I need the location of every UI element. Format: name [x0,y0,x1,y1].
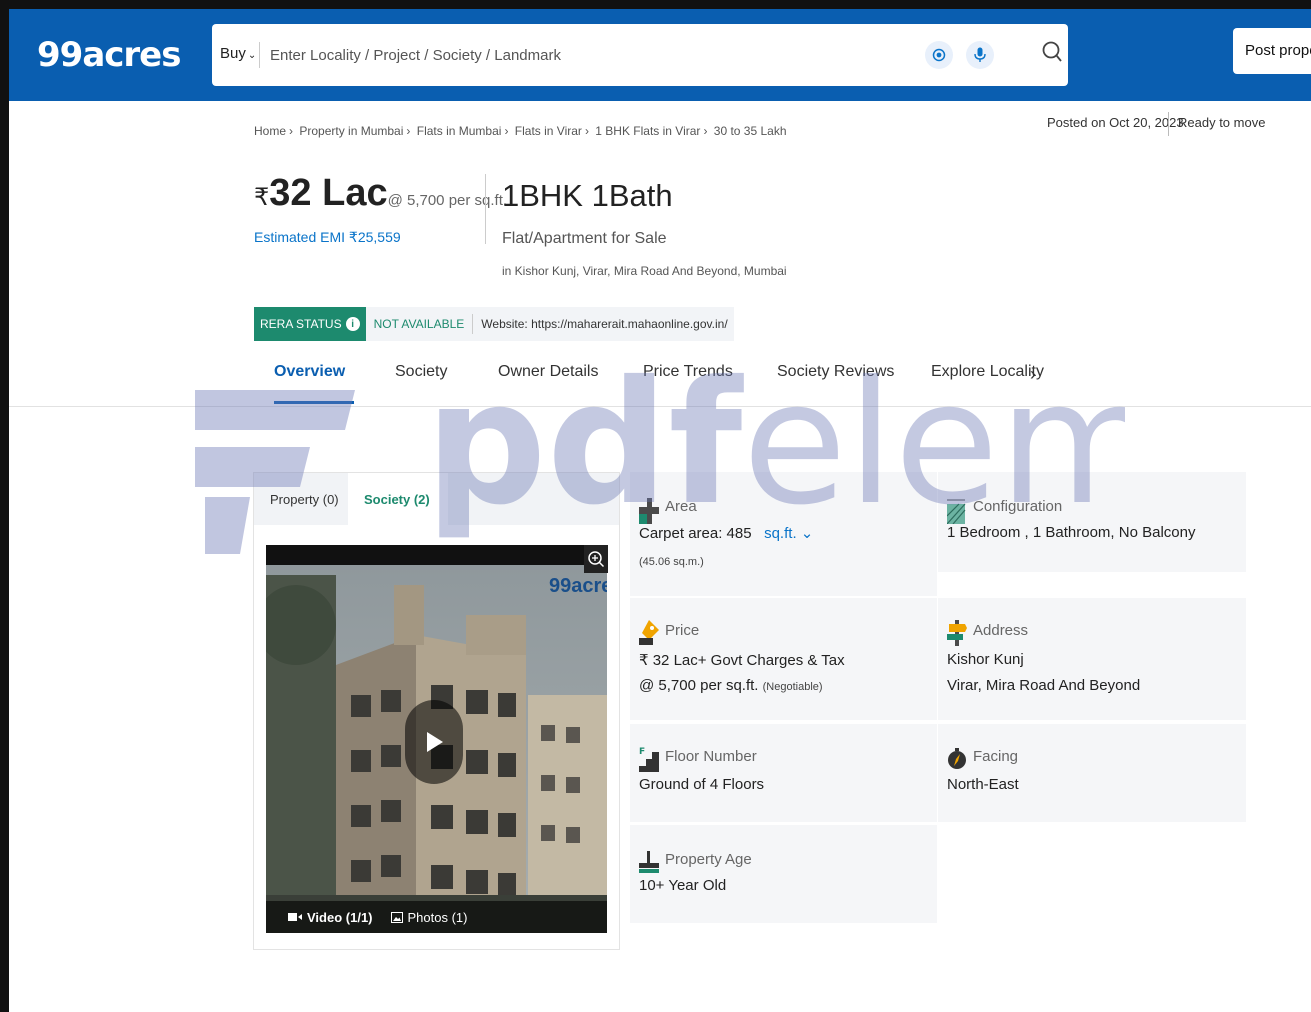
configuration-icon [947,499,966,524]
property-age-cell: Property Age 10+ Year Old [630,825,937,923]
address-line1: Kishor Kunj [947,651,1024,668]
floor-value: Ground of 4 Floors [639,776,765,793]
possession-status: Ready to move [1178,115,1266,130]
chevron-down-icon[interactable]: ⌄ [797,525,814,542]
rera-status-badge: RERA STATUS i [254,307,366,341]
area-label: Area [665,498,697,515]
posted-date: Posted on Oct 20, 2023 [1047,115,1184,130]
tab-overview[interactable]: Overview [274,358,354,404]
svg-text:F: F [639,747,645,757]
price-amount: 32 Lac [269,172,388,214]
location-icon[interactable] [925,41,953,69]
floor-icon: F [639,747,659,772]
buy-dropdown[interactable]: Buy ⌄ [220,45,256,62]
price-cell: Price ₹ 32 Lac+ Govt Charges & Tax @ 5,7… [630,598,937,720]
video-count[interactable]: Video (1/1) [288,910,373,925]
tab-owner-details[interactable]: Owner Details [498,358,598,404]
price-rate-value: @ 5,700 per sq.ft. [639,677,759,694]
emi-link[interactable]: Estimated EMI ₹25,559 [254,229,401,246]
site-logo[interactable]: 99acres [37,35,181,75]
media-card: Property (0) Society (2) 99acre Video (1… [253,472,620,950]
price-rate: @ 5,700 per sq.ft. [387,192,508,209]
listing-title: 1BHK 1Bath [502,178,673,213]
negotiable-note: (Negotiable) [762,681,823,693]
facing-cell: Facing North-East [938,724,1246,822]
breadcrumb-item[interactable]: Flats in Virar [515,124,582,138]
compass-icon [948,748,966,769]
tab-society-media[interactable]: Society (2) [348,473,448,525]
unit-dropdown[interactable]: sq.ft. [764,525,797,542]
breadcrumb-item[interactable]: 30 to 35 Lakh [714,124,787,138]
configuration-value: 1 Bedroom , 1 Bathroom, No Balcony [947,524,1196,541]
tab-property-media[interactable]: Property (0) [254,473,355,525]
price-tag-icon [639,620,659,645]
search-bar: Buy ⌄ [212,24,1068,86]
photo-icon [390,911,403,923]
breadcrumb-item[interactable]: Property in Mumbai [299,124,403,138]
rera-website[interactable]: Website: https://maharerait.mahaonline.g… [473,317,733,331]
address-line2: Virar, Mira Road And Beyond [947,677,1141,694]
configuration-cell: Configuration 1 Bedroom , 1 Bathroom, No… [938,472,1246,572]
play-icon[interactable] [405,700,463,784]
search-icon[interactable] [1038,38,1068,68]
currency-symbol: ₹ [254,184,270,211]
buy-label: Buy [220,45,246,62]
divider [259,42,260,68]
configuration-label: Configuration [973,498,1063,515]
area-icon [639,498,659,524]
signpost-icon [947,620,967,646]
area-sqm: (45.06 sq.m.) [639,556,704,568]
top-header: 99acres Buy⌄ Post property [9,9,1311,101]
address-label: Address [973,622,1029,639]
property-age-icon [639,851,659,873]
floor-cell: F Floor Number Ground of 4 Floors [630,724,937,822]
tab-explore-locality[interactable]: Explore Locality [931,358,1044,404]
price-display: ₹32 Lac@ 5,700 per sq.ft. [254,172,507,215]
price-label: Price [665,622,700,639]
video-icon [288,913,302,921]
divider [1168,112,1169,136]
photos-label: Photos (1) [407,909,468,925]
chevron-right-icon[interactable]: › [1030,364,1054,388]
media-footer: Video (1/1) Photos (1) [266,901,607,933]
tab-society[interactable]: Society [395,358,447,404]
area-value: Carpet area: 485 sq.ft. ⌄ [639,524,813,542]
carpet-area: Carpet area: 485 [639,525,752,542]
property-type: Flat/Apartment for Sale [502,230,667,247]
media-tabs: Property (0) Society (2) [254,473,619,525]
tab-society-reviews[interactable]: Society Reviews [777,358,894,404]
address-cell: Address Kishor Kunj Virar, Mira Road And… [938,598,1246,720]
breadcrumb-item[interactable]: 1 BHK Flats in Virar [595,124,700,138]
price-rate-line: @ 5,700 per sq.ft. (Negotiable) [639,677,823,694]
facing-value: North-East [947,776,1019,793]
property-age-label: Property Age [665,851,752,868]
facing-label: Facing [973,748,1019,765]
info-icon[interactable]: i [345,317,360,331]
breadcrumb-item[interactable]: Home [254,124,286,138]
post-property-button[interactable]: Post property [1233,28,1311,74]
chevron-down-icon: ⌄ [247,50,257,61]
price-value: ₹ 32 Lac+ Govt Charges & Tax [639,652,845,669]
video-label: Video (1/1) [307,909,373,925]
area-cell: Area Carpet area: 485 sq.ft. ⌄ (45.06 sq… [630,472,937,596]
breadcrumb-item[interactable]: Flats in Mumbai [417,124,502,138]
microphone-icon[interactable] [966,41,994,69]
tab-price-trends[interactable]: Price Trends [643,358,733,404]
rera-strip: RERA STATUS i NOT AVAILABLE Website: http… [254,307,734,341]
breadcrumb: Home › Property in Mumbai › Flats in Mumba… [254,124,787,138]
property-age-value: 10+ Year Old [639,877,727,894]
divider [9,406,1311,407]
rera-status-label: RERA STATUS [260,317,342,331]
brand-watermark: 99acres.c [549,575,607,597]
property-location: in Kishor Kunj, Virar, Mira Road And Bey… [502,264,787,278]
zoom-in-icon[interactable] [584,545,608,573]
floor-label: Floor Number [665,748,757,765]
photo-count[interactable]: Photos (1) [390,909,468,925]
divider [485,174,486,244]
rera-value: NOT AVAILABLE [366,314,474,334]
search-input[interactable] [270,42,870,68]
